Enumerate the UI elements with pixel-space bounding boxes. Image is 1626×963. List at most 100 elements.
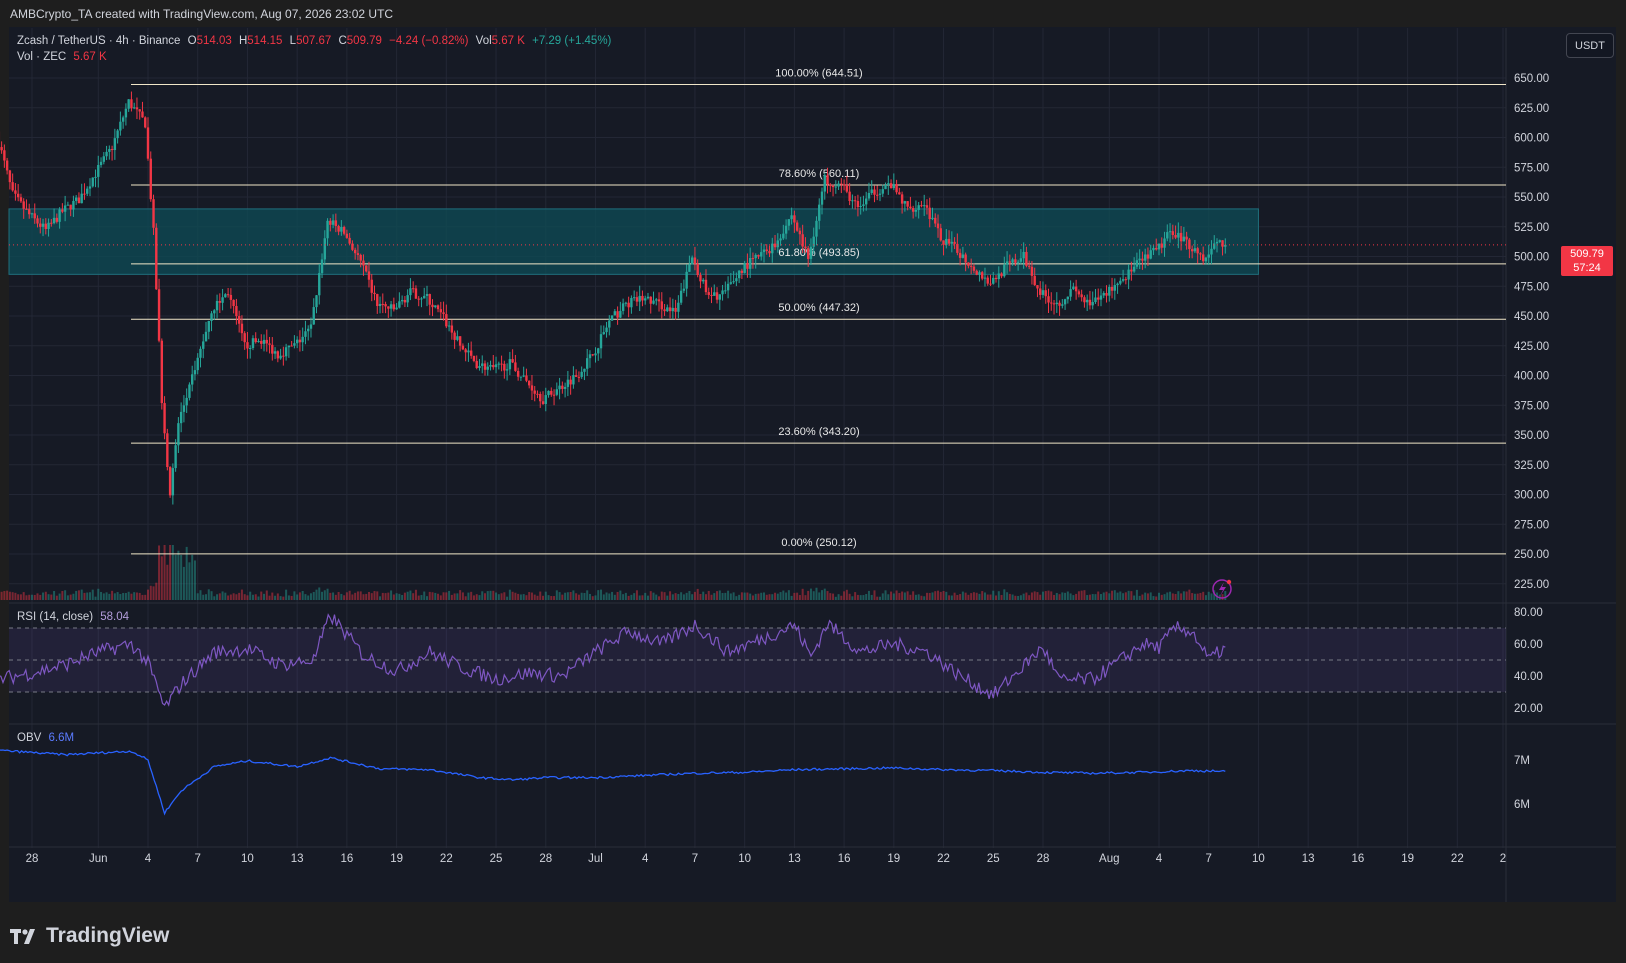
candle-body bbox=[809, 246, 813, 259]
candle-body bbox=[583, 368, 586, 372]
volume-bar bbox=[1086, 595, 1089, 600]
volume-bar bbox=[876, 596, 879, 600]
volume-bar bbox=[8, 591, 11, 600]
price-legend: Zcash / TetherUS · 4h · Binance O514.03 … bbox=[17, 35, 615, 47]
volume-bar bbox=[155, 582, 158, 600]
volume-bar bbox=[790, 595, 793, 600]
candle-body bbox=[337, 226, 340, 232]
volume-bar bbox=[948, 595, 951, 600]
fib-level-label: 61.80% (493.85) bbox=[778, 247, 859, 259]
volume-bar bbox=[332, 592, 335, 600]
x-tick-label: 22 bbox=[440, 853, 453, 865]
candle-body bbox=[362, 260, 365, 266]
candle-body bbox=[660, 301, 663, 310]
volume-bar bbox=[608, 593, 611, 600]
volume-bar bbox=[254, 594, 257, 600]
candle-body bbox=[273, 351, 277, 354]
candle-body bbox=[69, 204, 72, 210]
candle-body bbox=[1182, 236, 1186, 242]
candle-body bbox=[86, 188, 89, 194]
candle-body bbox=[773, 243, 777, 248]
volume-bar bbox=[536, 595, 539, 600]
volume-bar bbox=[818, 592, 821, 600]
volume-bar bbox=[1019, 595, 1022, 600]
candle-body bbox=[1022, 251, 1025, 259]
candle-body bbox=[36, 218, 39, 224]
candle-body bbox=[895, 184, 898, 193]
volume-bar bbox=[116, 592, 119, 600]
candle-body bbox=[862, 204, 865, 206]
volume-bar bbox=[1119, 591, 1122, 600]
candle-body bbox=[627, 302, 630, 308]
candle-body bbox=[295, 339, 299, 344]
volume-bar bbox=[530, 592, 533, 600]
candle-body bbox=[887, 183, 890, 186]
candle-body bbox=[1193, 248, 1197, 252]
candle-body bbox=[1155, 247, 1158, 250]
volume-bar bbox=[718, 590, 721, 600]
candle-body bbox=[442, 312, 445, 315]
volume-bar bbox=[812, 591, 815, 600]
candle-body bbox=[450, 325, 454, 333]
volume-bar bbox=[500, 593, 503, 600]
candle-body bbox=[876, 194, 879, 196]
candle-body bbox=[373, 292, 376, 295]
currency-button[interactable]: USDT bbox=[1566, 33, 1614, 58]
volume-bar bbox=[887, 594, 890, 600]
rsi-legend-label: RSI (14, close) bbox=[17, 611, 94, 623]
bar-countdown: 57:24 bbox=[1573, 262, 1601, 274]
candle-body bbox=[831, 185, 835, 188]
volume-bar bbox=[995, 595, 998, 600]
candle-body bbox=[1069, 289, 1072, 297]
candle-body bbox=[981, 272, 984, 279]
volume-bar bbox=[1069, 593, 1072, 600]
candle-body bbox=[967, 262, 970, 266]
volume-bar bbox=[961, 591, 964, 600]
tradingview-brand: TradingView bbox=[46, 924, 170, 947]
tradingview-logo[interactable]: TradingView bbox=[10, 924, 169, 948]
chart-svg[interactable]: 100.00% (644.51)78.60% (560.11)61.80% (4… bbox=[0, 0, 1626, 963]
volume-bar bbox=[914, 594, 917, 600]
candle-body bbox=[732, 281, 735, 283]
candle-body bbox=[423, 295, 426, 299]
volume-bar bbox=[1017, 595, 1020, 600]
volume-bar bbox=[439, 595, 442, 600]
volume-bar bbox=[511, 591, 514, 600]
candle-body bbox=[376, 294, 379, 307]
rsi-tick-label: 20.00 bbox=[1514, 703, 1543, 715]
volume-bar bbox=[821, 590, 823, 600]
volume-bar bbox=[354, 592, 357, 600]
candle-body bbox=[28, 209, 31, 215]
volume-bar bbox=[879, 596, 882, 600]
volume-bar bbox=[602, 594, 605, 600]
x-tick-label: 10 bbox=[738, 853, 751, 865]
volume-bar bbox=[693, 591, 696, 600]
volume-bar bbox=[263, 593, 266, 600]
last-price-tag: 509.79 57:24 bbox=[1561, 246, 1613, 276]
candle-body bbox=[806, 248, 810, 259]
volume-bar bbox=[271, 592, 274, 600]
volume-bar bbox=[392, 594, 395, 600]
candle-body bbox=[608, 320, 611, 328]
fib-level-label: 50.00% (447.32) bbox=[778, 302, 859, 314]
candle-body bbox=[818, 204, 821, 221]
x-tick-label: 16 bbox=[340, 853, 353, 865]
candle-body bbox=[1088, 299, 1092, 306]
obv-legend: OBV 6.6M bbox=[17, 732, 78, 744]
candle-body bbox=[168, 467, 172, 496]
x-tick-label: 19 bbox=[390, 853, 403, 865]
candle-body bbox=[853, 200, 857, 202]
volume-bar bbox=[105, 592, 108, 600]
candle-body bbox=[961, 254, 965, 258]
candle-body bbox=[923, 205, 926, 207]
candle-body bbox=[688, 264, 691, 272]
volume-bar bbox=[356, 591, 359, 600]
candle-body bbox=[1041, 290, 1045, 295]
candle-body bbox=[232, 299, 235, 306]
candle-body bbox=[141, 111, 144, 118]
x-tick-label: 25 bbox=[490, 853, 503, 865]
volume-bar bbox=[36, 593, 39, 600]
volume-bar bbox=[832, 593, 835, 600]
volume-bar bbox=[495, 592, 498, 600]
volume-bar bbox=[171, 545, 174, 600]
